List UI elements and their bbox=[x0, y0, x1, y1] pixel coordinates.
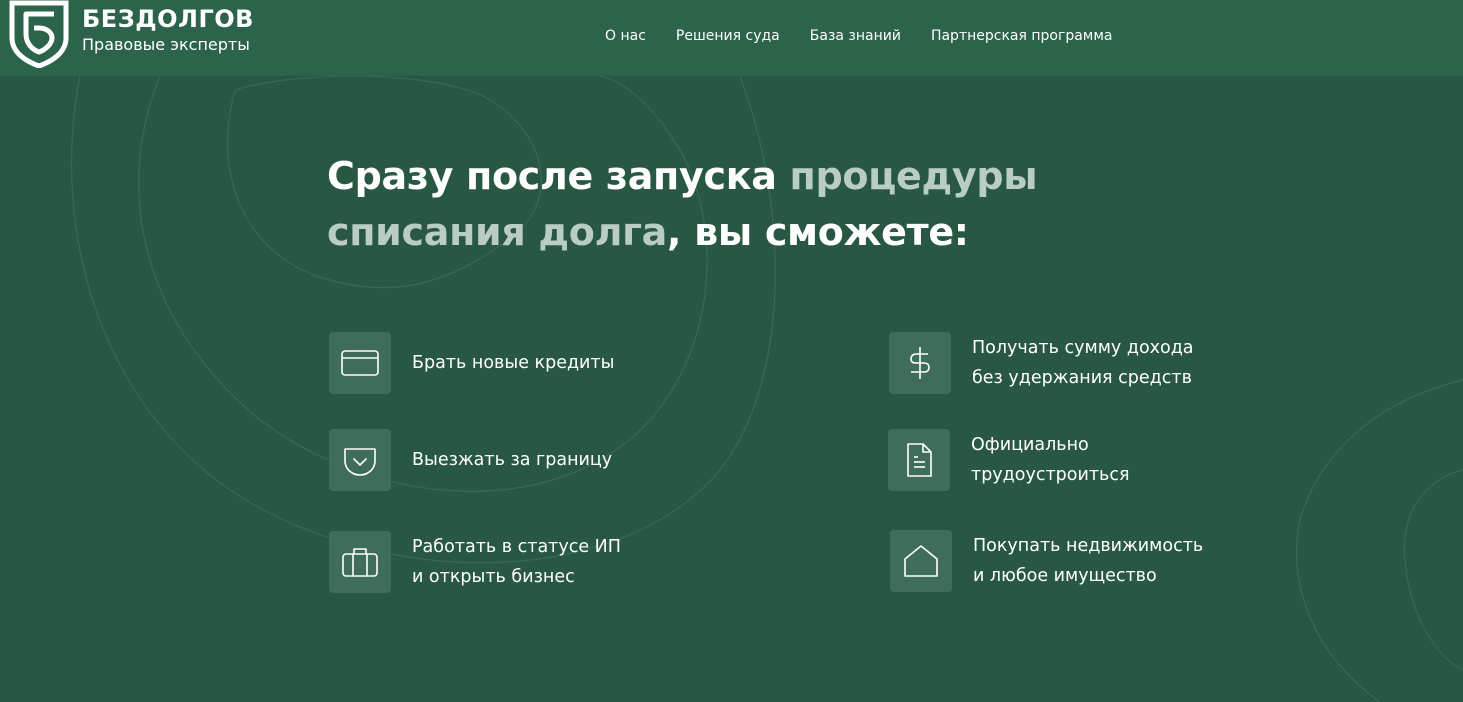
main-nav: О нас Решения суда База знаний Партнерск… bbox=[605, 27, 1143, 45]
feature-line: Выезжать за границу bbox=[412, 450, 613, 470]
feature-icon-box bbox=[329, 429, 391, 491]
feature-item-income: Получать сумму дохода без удержания сред… bbox=[889, 332, 1242, 394]
hero-title-part2: , вы сможете: bbox=[667, 210, 969, 254]
feature-line: и открыть бизнес bbox=[412, 567, 575, 587]
nav-link-partner-program[interactable]: Партнерская программа bbox=[931, 27, 1113, 45]
brand-tagline: Правовые эксперты bbox=[82, 35, 250, 54]
feature-icon-box bbox=[888, 429, 950, 491]
nav-link-about[interactable]: О нас bbox=[605, 27, 646, 45]
home-icon bbox=[904, 545, 938, 577]
feature-line: трудоустроиться bbox=[971, 465, 1130, 485]
feature-icon-box bbox=[329, 332, 391, 394]
site-header: БЕЗДОЛГОВ Правовые эксперты О нас Решени… bbox=[0, 0, 1463, 76]
feature-icon-box bbox=[889, 332, 951, 394]
brand-name: БЕЗДОЛГОВ bbox=[82, 5, 254, 33]
hero-title-part1: Сразу после запуска bbox=[327, 154, 790, 198]
nav-link-court-decisions[interactable]: Решения суда bbox=[676, 27, 780, 45]
feature-item-business: Работать в статусе ИП и открыть бизнес bbox=[329, 531, 682, 593]
dollar-icon bbox=[910, 347, 930, 379]
feature-item-employment: Официально трудоустроиться bbox=[888, 429, 1241, 491]
briefcase-icon bbox=[342, 548, 378, 577]
document-icon bbox=[907, 443, 932, 477]
feature-text: Брать новые кредиты bbox=[412, 348, 682, 378]
brand-logo[interactable]: БЕЗДОЛГОВ Правовые эксперты bbox=[8, 0, 254, 68]
feature-icon-box bbox=[890, 530, 952, 592]
feature-text: Выезжать за границу bbox=[412, 445, 682, 475]
feature-item-travel-abroad: Выезжать за границу bbox=[329, 429, 682, 491]
shield-logo-icon bbox=[9, 0, 69, 68]
feature-line: и любое имущество bbox=[973, 566, 1157, 586]
feature-text: Работать в статусе ИП и открыть бизнес bbox=[412, 532, 682, 592]
feature-line: Брать новые кредиты bbox=[412, 353, 615, 373]
feature-item-new-credits: Брать новые кредиты bbox=[329, 332, 682, 394]
feature-line: Получать сумму дохода bbox=[972, 338, 1194, 358]
feature-line: Официально bbox=[971, 435, 1089, 455]
feature-text: Получать сумму дохода без удержания сред… bbox=[972, 333, 1242, 393]
background-contour-lines bbox=[71, 75, 1463, 702]
feature-icon-box bbox=[329, 531, 391, 593]
feature-text: Покупать недвижимость и любое имущество bbox=[973, 531, 1243, 591]
feature-line: без удержания средств bbox=[972, 368, 1192, 388]
feature-text: Официально трудоустроиться bbox=[971, 430, 1241, 490]
feature-line: Покупать недвижимость bbox=[973, 536, 1204, 556]
hero-title: Сразу после запуска процедуры списания д… bbox=[327, 148, 1247, 260]
nav-link-knowledge-base[interactable]: База знаний bbox=[810, 27, 901, 45]
feature-line: Работать в статусе ИП bbox=[412, 537, 621, 557]
credit-card-icon bbox=[341, 350, 379, 376]
feature-item-property: Покупать недвижимость и любое имущество bbox=[890, 530, 1243, 592]
pocket-icon bbox=[344, 448, 376, 476]
